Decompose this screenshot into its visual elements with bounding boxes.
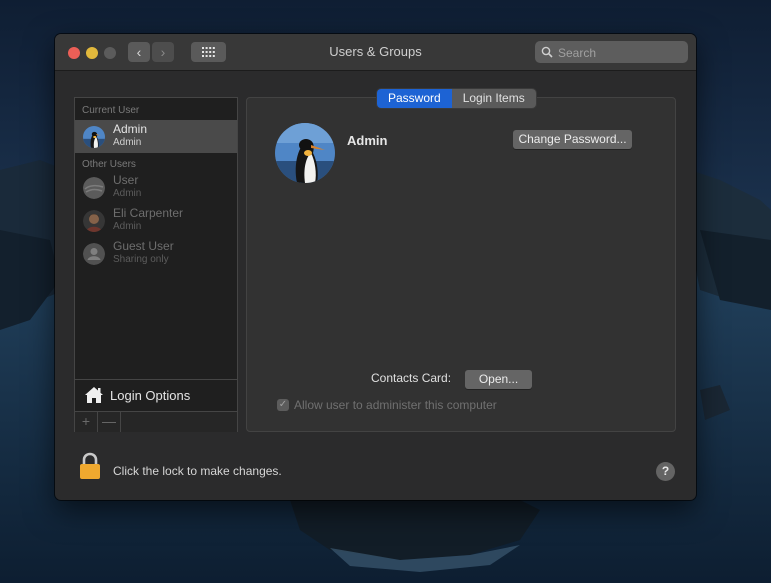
users-sidebar: Current User Admin Admin Other Users Use… (74, 97, 238, 432)
allow-admin-checkbox[interactable]: ✓ (277, 399, 289, 411)
user-picture[interactable] (275, 123, 335, 183)
other-users-header: Other Users (82, 159, 136, 170)
allow-admin-label: Allow user to administer this computer (294, 398, 497, 412)
lock-icon[interactable] (79, 452, 101, 480)
guest-avatar (83, 243, 105, 265)
sidebar-user-role: Sharing only (113, 254, 169, 265)
title-bar: ‹ › Users & Groups (55, 34, 696, 71)
tab-password[interactable]: Password (377, 89, 452, 108)
sidebar-footer: + — (75, 411, 237, 432)
checkmark-icon: ✓ (278, 399, 288, 410)
lock-message: Click the lock to make changes. (113, 464, 282, 478)
current-user-header: Current User (82, 105, 140, 116)
sidebar-user-guest[interactable]: Guest User Sharing only (75, 237, 237, 270)
remove-user-button[interactable]: — (98, 412, 121, 432)
search-field[interactable] (535, 41, 688, 63)
users-groups-window: ‹ › Users & Groups Current User (55, 34, 696, 500)
login-options-label: Login Options (110, 388, 191, 403)
sidebar-user-role: Admin (113, 221, 142, 232)
sidebar-user-user[interactable]: User Admin (75, 171, 237, 204)
user-avatar (83, 177, 105, 199)
penguin-avatar (83, 126, 105, 148)
tab-login-items[interactable]: Login Items (451, 89, 536, 108)
user-full-name: Admin (347, 133, 388, 148)
user-detail-panel: Password Login Items Admin Change Passwo… (246, 89, 676, 432)
open-contacts-button[interactable]: Open... (465, 370, 532, 389)
sidebar-user-admin[interactable]: Admin Admin (75, 120, 237, 153)
tab-bar: Password Login Items (377, 89, 536, 108)
add-user-button[interactable]: + (75, 412, 98, 432)
sidebar-user-role: Admin (113, 188, 142, 199)
sidebar-user-eli-carpenter[interactable]: Eli Carpenter Admin (75, 204, 237, 237)
person-avatar (83, 210, 105, 232)
sidebar-user-role: Admin (113, 137, 142, 148)
house-icon (85, 387, 103, 403)
change-password-button[interactable]: Change Password... (513, 130, 632, 149)
search-icon (541, 46, 553, 58)
login-options-item[interactable]: Login Options (75, 379, 237, 412)
search-input[interactable] (556, 43, 688, 63)
sidebar-user-name: User (113, 173, 139, 187)
sidebar-user-name: Eli Carpenter (113, 206, 184, 220)
sidebar-user-name: Guest User (113, 239, 174, 253)
sidebar-user-name: Admin (113, 122, 148, 136)
help-button[interactable]: ? (656, 462, 675, 481)
contacts-card-label: Contacts Card: (371, 371, 452, 385)
